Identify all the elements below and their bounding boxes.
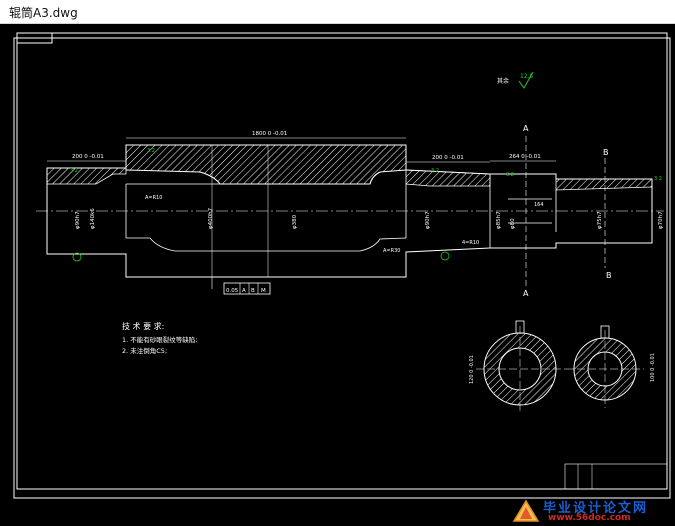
tolerance-value: 0.05 [226,288,239,294]
shaft-hatch-left-journal [46,167,127,185]
watermark-logo-icon [512,499,540,522]
inner-frame [16,32,668,490]
shaft-bore [126,171,407,252]
cad-drawing-canvas[interactable]: 其余 12.5 1800 0 -0.01 200 0 -0.01 200 0 -… [0,24,675,523]
section-b-dim: 100 0 -0.01 [650,353,656,382]
tech-req-title: 技 术 要 求: [122,321,164,331]
dim-right-len1: 200 0 -0.01 [432,155,464,161]
title-block [564,463,668,490]
tech-req-line1: 1. 不能有砂眼裂纹等缺陷; [122,335,197,344]
note-b: A=R30 [383,248,400,254]
surface-finish-label: 其余 [497,77,509,85]
roughness-3: 3.2 [431,168,439,174]
section-a-bottom: A [523,289,529,298]
dim-left-len: 200 0 -0.01 [72,154,104,160]
note-c: 4=R10 [462,240,479,246]
roughness-1: 3.2 [147,148,155,154]
watermark-url: www.56doc.com [548,513,631,523]
len-k: 164 [534,202,544,208]
dim-dia-end2: φ70h7 [658,211,664,229]
dim-dia-mid1: φ400h7 [208,207,214,229]
dim-dia-right2: φ85h7 [496,211,502,229]
dim-overall: 1800 0 -0.01 [252,131,287,137]
section-b-bottom: B [606,271,612,280]
tolerance-modifier: M [261,288,266,294]
dim-dia-mid2: φ380 [292,214,298,229]
window-titlebar: 辊筒A3.dwg [0,0,675,24]
section-a-top: A [523,124,529,133]
roughness-2: 3.2 [70,168,78,174]
datum-b-circle [440,251,450,261]
tolerance-datum1: A [242,288,246,294]
shaft-hatch-right-end [555,178,653,191]
dim-dia-left1: φ90h7 [75,211,81,229]
dim-dia-left2: φ140k6 [90,208,96,229]
tech-req-line2: 2. 未注倒角C5; [122,346,167,355]
dim-dia-right1: φ90h7 [425,211,431,229]
section-b-top: B [603,148,609,157]
shaft-hatch [125,144,407,185]
note-a: A=R10 [145,195,162,201]
section-a-dim: 120 0 -0.01 [469,355,475,384]
window-title: 辊筒A3.dwg [9,6,78,20]
roughness-4: 3.2 [506,172,514,178]
roughness-5: 3.2 [654,176,662,182]
watermark: 毕业设计论文网 www.56doc.com [510,496,670,526]
dim-right-len2: 264 0 -0.01 [509,154,541,160]
dim-dia-end: φ75h7 [597,211,603,229]
outer-frame [13,37,671,499]
tolerance-datum2: B [251,288,255,294]
surface-finish-value: 12.5 [520,73,534,80]
dim-dia-right3: φ80 [510,218,516,229]
